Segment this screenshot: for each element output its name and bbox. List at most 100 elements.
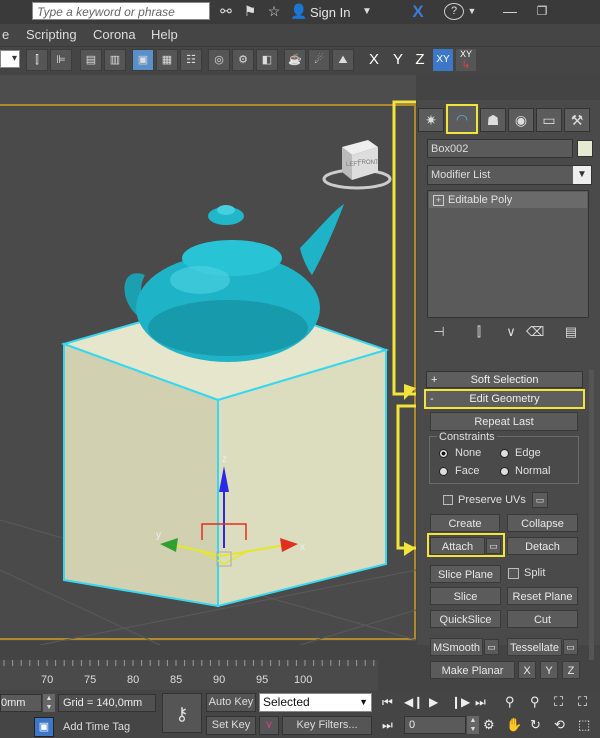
exchange-icon[interactable]: ⚑ [240, 3, 260, 20]
soft-selection-rollout[interactable]: + Soft Selection [426, 371, 583, 388]
create-tab-icon[interactable]: ✷ [418, 108, 444, 132]
preserve-uvs-settings-icon[interactable]: ▭ [532, 492, 548, 508]
material-editor-icon[interactable]: ◎ [208, 49, 230, 71]
time-tag-icon[interactable]: ▣ [34, 717, 54, 737]
attach-button[interactable]: Attach [430, 537, 485, 555]
zoom-extents-all-icon[interactable]: ⛶ [578, 694, 587, 710]
pin-stack-icon[interactable]: ⊣ [430, 324, 448, 342]
expand-icon[interactable]: + [433, 195, 444, 206]
modifier-list-dropdown[interactable]: Modifier List [427, 165, 592, 185]
constraint-face-radio[interactable] [439, 467, 448, 476]
restore-icon[interactable]: ❐ [528, 3, 556, 20]
make-planar-z-button[interactable]: Z [562, 661, 580, 679]
selection-set-select[interactable]: Selected ▼ [259, 693, 372, 712]
user-icon[interactable]: 👤 [290, 3, 308, 20]
menu-item-scripting[interactable]: Scripting [26, 27, 77, 42]
cut-button[interactable]: Cut [507, 610, 578, 628]
x-logo-icon[interactable]: X [408, 3, 428, 20]
favorites-star-icon[interactable]: ☆ [264, 3, 284, 20]
preserve-uvs-checkbox[interactable] [443, 495, 453, 505]
zoom-extents-icon[interactable]: ⛶ [554, 694, 563, 710]
key-mode-icon[interactable]: ⋎ [259, 716, 279, 735]
orbit-icon[interactable]: ↻ [530, 717, 541, 733]
attach-settings-icon[interactable]: ▭ [486, 538, 501, 554]
hierarchy-tab-icon[interactable]: ☗ [480, 108, 506, 132]
repeat-last-button[interactable]: Repeat Last [430, 412, 578, 431]
axis-y-button[interactable]: Y [388, 49, 408, 71]
panel-scrollbar[interactable] [589, 370, 594, 660]
toggle-ribbon-icon[interactable]: ▣ [132, 49, 154, 71]
axis-xy-button[interactable]: XY [433, 49, 453, 71]
coord-spinner[interactable]: ▲ ▼ [43, 694, 55, 712]
configure-sets-icon[interactable]: ▤ [562, 324, 580, 342]
zoom-all-icon[interactable]: ⚲ [530, 694, 540, 710]
axis-x-button[interactable]: X [364, 49, 384, 71]
maximize-viewport-icon[interactable]: ⬚ [578, 717, 590, 733]
create-button[interactable]: Create [430, 514, 500, 532]
coord-z-field[interactable]: 0mm [0, 694, 42, 712]
display-tab-icon[interactable]: ▭ [536, 108, 562, 132]
constraint-edge-radio[interactable] [500, 449, 509, 458]
go-to-start-icon[interactable]: ⏮ [382, 695, 393, 710]
scene-explorer-icon[interactable]: ▤ [80, 49, 102, 71]
render-setup-icon[interactable]: ⚙ [232, 49, 254, 71]
menu-item-help[interactable]: Help [151, 27, 178, 42]
stack-item-editable-poly[interactable]: + Editable Poly [429, 192, 587, 208]
slice-plane-button[interactable]: Slice Plane [430, 565, 501, 583]
frame-spinner[interactable]: ▲ ▼ [467, 716, 479, 734]
object-color-swatch[interactable] [577, 140, 593, 157]
modifier-stack[interactable] [427, 190, 589, 318]
rendered-frame-icon[interactable]: ◧ [256, 49, 278, 71]
tessellate-settings-icon[interactable]: ▭ [563, 639, 578, 655]
selection-set-dropdown[interactable]: ▾ [0, 50, 20, 68]
chevron-down-icon[interactable]: ▼ [573, 166, 591, 184]
orbit-subobject-icon[interactable]: ⟲ [554, 717, 565, 733]
render-iterative-icon[interactable]: ☄ [308, 49, 330, 71]
layer-explorer-icon[interactable]: ▥ [104, 49, 126, 71]
axis-z-button[interactable]: Z [410, 49, 430, 71]
object-name-field[interactable]: Box002 [427, 139, 573, 158]
viewport-scene[interactable]: LEFT FRONT z x y [0, 100, 416, 645]
play-icon[interactable]: ▶ [429, 695, 438, 709]
axis-xy-cycle-button[interactable]: XY ↳ [456, 49, 476, 71]
constraint-normal-radio[interactable] [500, 467, 509, 476]
constraint-none-radio[interactable] [439, 449, 448, 458]
render-activeshade-icon[interactable]: ⛰ [332, 49, 354, 71]
curve-editor-icon[interactable]: ▦ [156, 49, 178, 71]
align-icon[interactable]: ⊫ [50, 49, 72, 71]
previous-frame-icon[interactable]: ◀❙ [404, 695, 423, 709]
make-unique-icon[interactable]: ∨ [502, 324, 520, 342]
show-end-result-icon[interactable]: ⫿ [470, 324, 488, 342]
make-planar-x-button[interactable]: X [518, 661, 536, 679]
msmooth-button[interactable]: MSmooth [430, 638, 483, 656]
zoom-icon[interactable]: ⚲ [505, 694, 515, 710]
add-time-tag-button[interactable]: Add Time Tag [63, 721, 130, 733]
tessellate-button[interactable]: Tessellate [507, 638, 562, 656]
menu-item-edit[interactable]: e [2, 27, 9, 42]
field-of-view-icon[interactable]: ⚙ [483, 717, 495, 733]
help-dropdown-icon[interactable]: ▼ [466, 3, 478, 20]
mirror-icon[interactable]: ⫿ [26, 49, 48, 71]
render-icon[interactable]: ☕ [284, 49, 306, 71]
dropdown-arrow-icon[interactable]: ▼ [360, 3, 374, 20]
quickslice-button[interactable]: QuickSlice [430, 610, 501, 628]
motion-tab-icon[interactable]: ◉ [508, 108, 534, 132]
go-to-end-icon[interactable]: ⏭ [475, 695, 486, 710]
minimize-icon[interactable]: — [496, 3, 524, 20]
next-frame-icon[interactable]: ❙▶ [451, 695, 470, 709]
make-planar-button[interactable]: Make Planar [430, 661, 515, 679]
menu-item-corona[interactable]: Corona [93, 27, 136, 42]
key-filters-button[interactable]: Key Filters... [282, 716, 372, 735]
help-icon[interactable]: ? [444, 3, 464, 20]
msmooth-settings-icon[interactable]: ▭ [484, 639, 499, 655]
binoculars-icon[interactable]: ⚯ [216, 3, 236, 20]
schematic-view-icon[interactable]: ☷ [180, 49, 202, 71]
slice-button[interactable]: Slice [430, 587, 501, 605]
make-planar-y-button[interactable]: Y [540, 661, 558, 679]
sign-in-link[interactable]: Sign In [310, 5, 350, 20]
split-checkbox[interactable] [508, 568, 519, 579]
modify-tab-icon[interactable]: ◠ [446, 104, 478, 134]
remove-modifier-icon[interactable]: ⌫ [526, 324, 544, 342]
pan-icon[interactable]: ✋ [506, 717, 522, 733]
current-frame-field[interactable]: 0 [404, 716, 466, 734]
